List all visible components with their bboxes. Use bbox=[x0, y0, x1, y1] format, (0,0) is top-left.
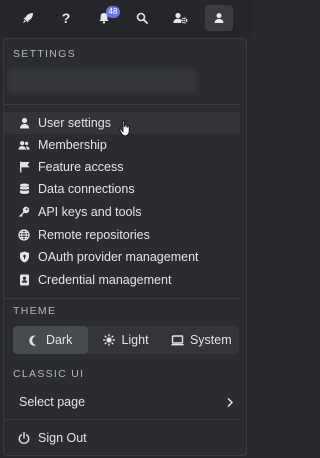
shield-icon bbox=[18, 251, 30, 263]
redacted-user-info bbox=[7, 69, 197, 93]
divider bbox=[4, 419, 240, 420]
menu-item-credential-management[interactable]: Credential management bbox=[4, 269, 240, 291]
theme-option-dark[interactable]: Dark bbox=[13, 326, 89, 354]
classic-ui-section-title: CLASSIC UI bbox=[13, 368, 85, 380]
settings-section-title: SETTINGS bbox=[13, 48, 76, 60]
notification-badge: 48 bbox=[106, 6, 120, 18]
key-icon bbox=[18, 206, 30, 218]
divider bbox=[4, 104, 240, 105]
menu-item-label: Remote repositories bbox=[38, 228, 150, 242]
menu-item-api-keys[interactable]: API keys and tools bbox=[4, 201, 240, 223]
user-settings-button[interactable] bbox=[166, 5, 194, 31]
id-card-icon bbox=[18, 274, 30, 286]
menu-item-label: User settings bbox=[38, 116, 111, 130]
menu-item-label: Feature access bbox=[38, 160, 124, 174]
help-icon: ? bbox=[61, 10, 71, 26]
menu-item-label: Data connections bbox=[38, 182, 135, 196]
menu-item-label: Credential management bbox=[38, 273, 172, 287]
menu-item-label: OAuth provider management bbox=[38, 250, 199, 264]
menu-item-oauth-provider[interactable]: OAuth provider management bbox=[4, 246, 240, 268]
theme-section-title: THEME bbox=[13, 305, 57, 317]
sign-out-button[interactable]: Sign Out bbox=[4, 427, 240, 449]
divider bbox=[4, 298, 240, 299]
notifications-button[interactable]: 48 bbox=[90, 5, 120, 31]
rocket-icon bbox=[23, 13, 33, 23]
user-icon bbox=[214, 13, 224, 23]
top-toolbar: ? 48 bbox=[0, 0, 252, 37]
menu-item-remote-repositories[interactable]: Remote repositories bbox=[4, 224, 240, 246]
theme-option-label: System bbox=[189, 333, 232, 347]
search-icon bbox=[136, 12, 148, 24]
globe-icon bbox=[18, 229, 30, 241]
help-button[interactable]: ? bbox=[52, 5, 80, 31]
menu-item-membership[interactable]: Membership bbox=[4, 134, 240, 156]
menu-item-feature-access[interactable]: Feature access bbox=[4, 156, 240, 178]
search-button[interactable] bbox=[128, 5, 156, 31]
rocket-button[interactable] bbox=[14, 5, 42, 31]
menu-item-label: Membership bbox=[38, 138, 107, 152]
theme-option-label: Light bbox=[121, 333, 149, 347]
database-icon bbox=[18, 183, 30, 195]
power-icon bbox=[18, 432, 30, 444]
theme-option-system[interactable]: System bbox=[164, 326, 239, 354]
select-page-label: Select page bbox=[19, 395, 86, 409]
theme-option-label: Dark bbox=[45, 333, 73, 347]
user-icon bbox=[18, 117, 30, 129]
user-gear-icon bbox=[173, 12, 187, 24]
menu-item-data-connections[interactable]: Data connections bbox=[4, 178, 240, 200]
menu-item-label: API keys and tools bbox=[38, 205, 142, 219]
sun-icon bbox=[103, 334, 116, 346]
people-icon bbox=[18, 139, 30, 151]
select-page-row[interactable]: Select page bbox=[4, 391, 240, 413]
theme-option-light[interactable]: Light bbox=[88, 326, 163, 354]
sign-out-label: Sign Out bbox=[38, 431, 87, 445]
theme-selector: Dark Light System bbox=[13, 326, 239, 354]
flag-icon bbox=[18, 161, 30, 173]
moon-icon bbox=[29, 335, 37, 346]
chevron-right-icon bbox=[227, 397, 234, 407]
account-button[interactable] bbox=[205, 5, 233, 31]
monitor-icon bbox=[171, 334, 184, 345]
hand-cursor-icon bbox=[119, 120, 130, 137]
